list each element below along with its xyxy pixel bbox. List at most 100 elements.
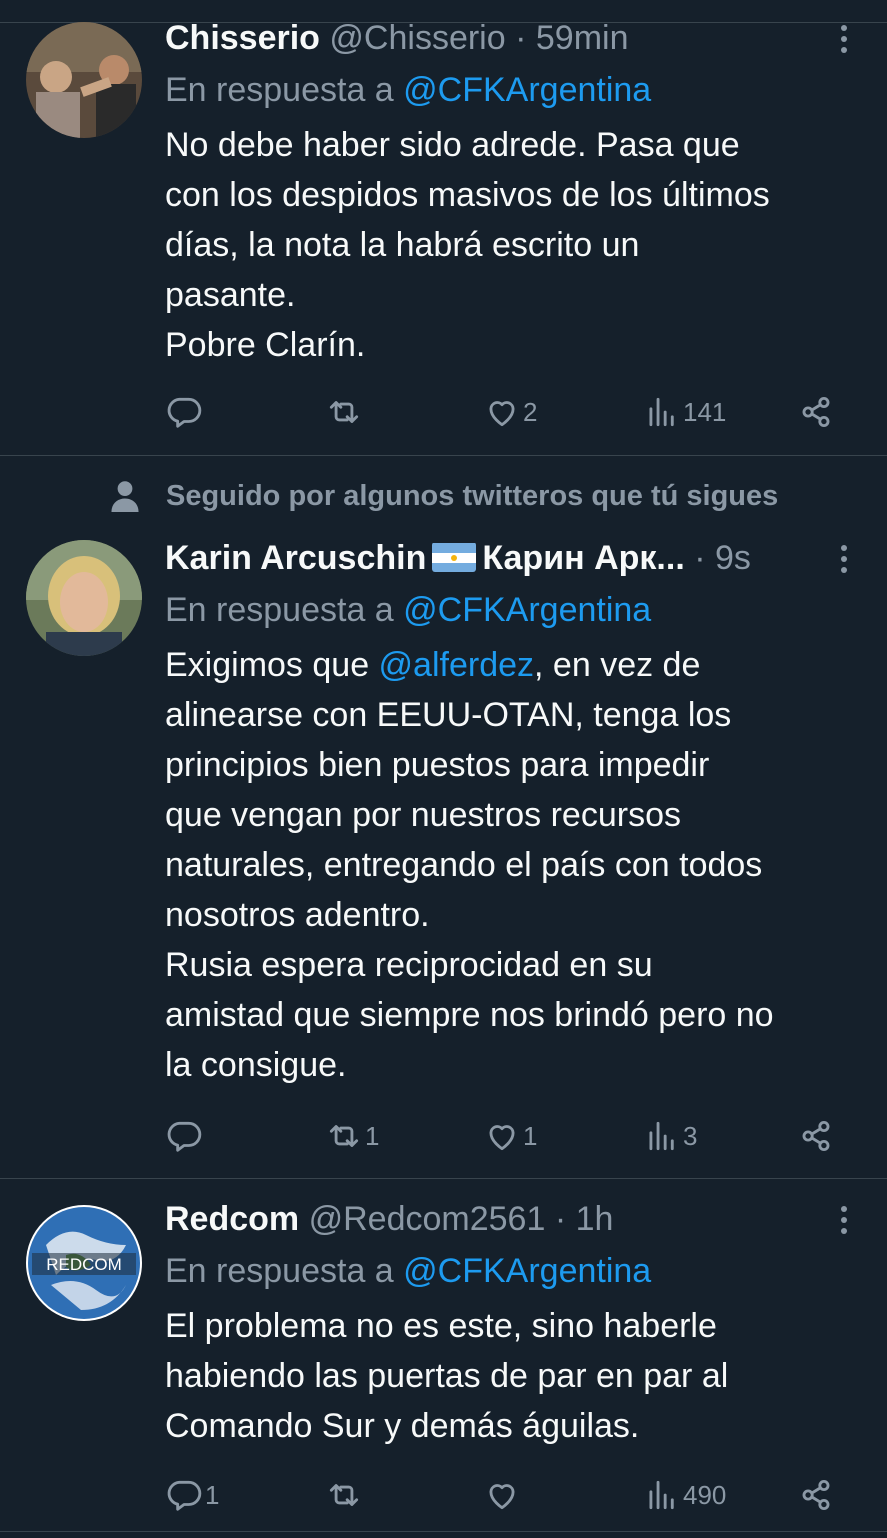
tweet-text: El problema no es este, sino haberle hab… (165, 1301, 863, 1451)
text-line: amistad que siempre nos brindó pero no (165, 996, 774, 1034)
text-line: con los despidos masivos de los últimos (165, 176, 770, 214)
tweet-header: Chisserio @Chisserio · 59min (165, 18, 863, 58)
text-line: naturales, entregando el país con todos (165, 846, 763, 884)
reply-mention[interactable]: @CFKArgentina (403, 591, 651, 629)
retweet-button[interactable] (325, 390, 365, 434)
reply-button[interactable] (165, 390, 205, 434)
reply-mention[interactable]: @CFKArgentina (403, 71, 651, 109)
views-count: 490 (683, 1479, 727, 1510)
retweet-icon (329, 1125, 359, 1147)
reply-context: En respuesta a @CFKArgentina (165, 1251, 863, 1291)
reply-prefix: En respuesta a (165, 71, 394, 109)
text-line: El problema no es este, sino haberle (165, 1307, 717, 1345)
argentina-flag-icon (432, 542, 477, 572)
text-line: días, la nota la habrá escrito un (165, 226, 640, 264)
share-icon (802, 1479, 830, 1511)
separator: · (515, 19, 527, 57)
reply-icon (167, 1121, 202, 1152)
tweet-karin[interactable]: Seguido por algunos twitteros que tú sig… (0, 456, 887, 1178)
views-count: 3 (683, 1120, 698, 1151)
person-icon (111, 481, 139, 512)
like-count: 1 (523, 1120, 538, 1151)
text-line: nosotros adentro. (165, 896, 430, 934)
views-count: 141 (683, 396, 727, 427)
tweet-chisserio[interactable]: Chisserio @Chisserio · 59min En respuest… (0, 0, 887, 455)
text-fragment: , en vez de (534, 646, 701, 684)
share-icon (802, 396, 830, 428)
share-button[interactable] (797, 1473, 835, 1517)
action-bar: 1 490 (165, 1473, 845, 1517)
timestamp[interactable]: 1h (576, 1200, 614, 1238)
avatar-text: REDCOM (46, 1255, 122, 1274)
views-button[interactable]: 490 (643, 1473, 726, 1517)
avatar[interactable] (26, 22, 142, 138)
text-line: Rusia espera reciprocidad en su (165, 946, 653, 984)
like-button[interactable]: 1 (483, 1114, 537, 1158)
tweet-header: Karin Arcuschin Карин Арк... · 9s (165, 538, 863, 578)
text-line: la consigue. (165, 1046, 347, 1084)
more-icon[interactable] (829, 22, 859, 56)
reply-icon (167, 1480, 202, 1511)
views-icon (649, 1480, 674, 1510)
share-button[interactable] (797, 390, 835, 434)
tweet-text: Exigimos que @alferdez, en vez de alinea… (165, 640, 863, 1090)
divider (0, 1531, 887, 1532)
reply-prefix: En respuesta a (165, 1252, 394, 1290)
user-name[interactable]: Karin Arcuschin (165, 539, 426, 577)
reply-context: En respuesta a @CFKArgentina (165, 590, 863, 630)
timestamp[interactable]: 9s (715, 539, 751, 577)
mention-link[interactable]: @alferdez (379, 646, 534, 684)
reply-context: En respuesta a @CFKArgentina (165, 70, 863, 110)
social-context-text: Seguido por algunos twitteros que tú sig… (166, 479, 779, 512)
text-line: pasante. (165, 276, 296, 314)
views-icon (649, 397, 674, 427)
separator: · (694, 539, 706, 577)
text-line: que vengan por nuestros recursos (165, 796, 681, 834)
user-handle[interactable]: @Chisserio (329, 19, 505, 57)
reply-button[interactable]: 1 (165, 1473, 219, 1517)
social-context: Seguido por algunos twitteros que tú sig… (110, 476, 778, 516)
share-button[interactable] (797, 1114, 835, 1158)
avatar[interactable] (26, 540, 142, 656)
more-icon[interactable] (829, 1203, 859, 1237)
views-button[interactable]: 141 (643, 390, 726, 434)
retweet-icon (329, 1484, 359, 1506)
text-line: principios bien puestos para impedir (165, 746, 710, 784)
text-line: No debe haber sido adrede. Pasa que (165, 126, 740, 164)
retweet-count: 1 (365, 1120, 380, 1151)
reply-count: 1 (205, 1479, 220, 1510)
like-icon (489, 1125, 515, 1151)
action-bar: 1 1 3 (165, 1114, 845, 1158)
share-icon (802, 1120, 830, 1152)
user-handle[interactable]: @Redcom2561 (309, 1200, 546, 1238)
retweet-icon (329, 401, 359, 423)
reply-prefix: En respuesta a (165, 591, 394, 629)
text-line: Exigimos que @alferdez, en vez de (165, 640, 863, 690)
user-name[interactable]: Chisserio (165, 19, 320, 57)
like-count: 2 (523, 396, 538, 427)
action-bar: 2 141 (165, 390, 845, 434)
user-name-cyrillic[interactable]: Карин Арк... (482, 539, 684, 577)
reply-button[interactable] (165, 1114, 205, 1158)
text-fragment: Exigimos que (165, 646, 379, 684)
tweet-text: No debe haber sido adrede. Pasa que con … (165, 120, 863, 370)
separator: · (554, 1200, 567, 1238)
retweet-button[interactable]: 1 (325, 1114, 379, 1158)
reply-mention[interactable]: @CFKArgentina (403, 1252, 651, 1290)
text-line: habiendo las puertas de par en par al (165, 1357, 729, 1395)
more-icon[interactable] (829, 542, 859, 576)
user-name[interactable]: Redcom (165, 1200, 299, 1238)
text-line: Pobre Clarín. (165, 326, 366, 364)
like-button[interactable]: 2 (483, 390, 537, 434)
like-button[interactable] (483, 1473, 523, 1517)
timestamp[interactable]: 59min (536, 19, 629, 57)
like-icon (489, 1484, 515, 1510)
avatar[interactable]: REDCOM (26, 1205, 142, 1321)
reply-icon (167, 397, 202, 428)
views-button[interactable]: 3 (643, 1114, 697, 1158)
retweet-button[interactable] (325, 1473, 365, 1517)
tweet-redcom[interactable]: REDCOM Redcom @Redcom2561 · 1h En respue… (0, 1179, 887, 1531)
text-line: Comando Sur y demás águilas. (165, 1407, 640, 1445)
views-icon (649, 1121, 674, 1151)
like-icon (489, 401, 515, 427)
